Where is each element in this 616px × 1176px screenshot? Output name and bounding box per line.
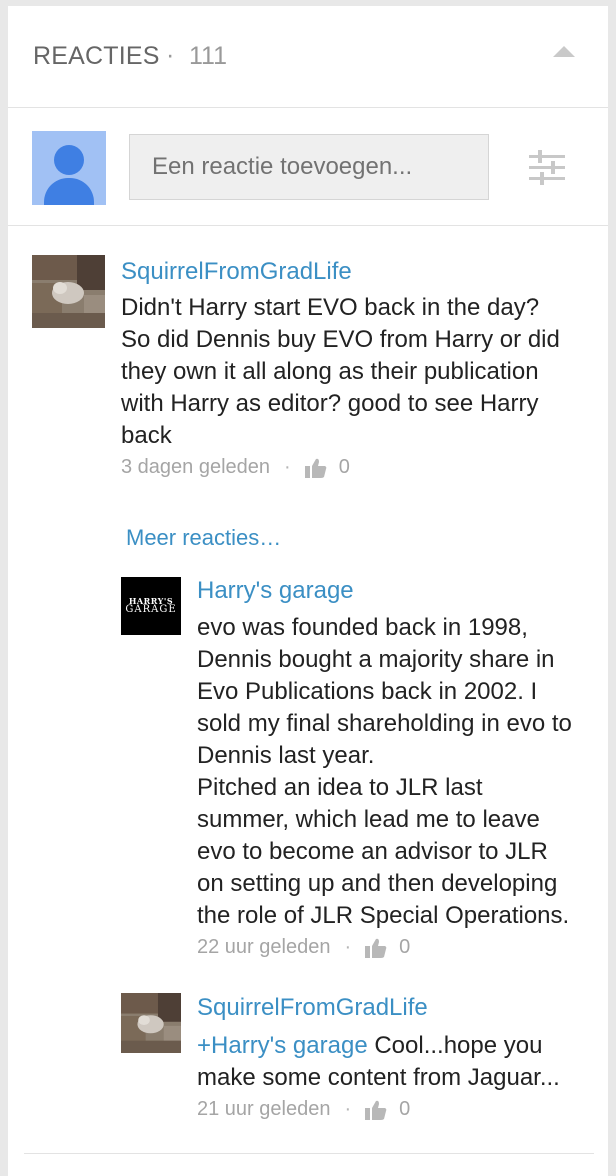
reply-text: +Harry's garage Cool...hope you make som… bbox=[197, 1030, 560, 1094]
reply-line: Dennis bought a majority share in bbox=[197, 646, 555, 673]
logo-text-bottom: GARAGE bbox=[125, 604, 177, 615]
comments-title: REACTIES bbox=[33, 42, 160, 70]
reply-meta: 22 uur geleden · 0 bbox=[197, 936, 410, 959]
comment-meta: 3 dagen geleden · 0 bbox=[121, 456, 350, 479]
avatar[interactable] bbox=[121, 993, 181, 1053]
like-count: 0 bbox=[399, 936, 411, 958]
reply-author[interactable]: Harry's garage bbox=[197, 577, 354, 605]
reply-line: on setting up and then developing bbox=[197, 870, 558, 897]
thumbs-up-icon[interactable] bbox=[304, 458, 327, 478]
reply-line: Dennis last year. bbox=[197, 742, 375, 769]
comment-text: Didn't Harry start EVO back in the day? … bbox=[121, 292, 560, 452]
comments-panel: REACTIES · 111 Een reactie toevoegen... … bbox=[8, 6, 608, 1176]
reply-line: Evo Publications back in 2002. I bbox=[197, 678, 538, 705]
triangle-up-icon[interactable] bbox=[553, 46, 575, 57]
avatar[interactable] bbox=[32, 255, 105, 328]
avatar-body bbox=[44, 178, 94, 205]
thumbs-up-icon[interactable] bbox=[365, 1100, 387, 1120]
reply-line: evo to become an advisor to JLR bbox=[197, 838, 548, 865]
like-count: 0 bbox=[399, 1098, 411, 1120]
reply-text: evo was founded back in 1998, Dennis bou… bbox=[197, 612, 572, 932]
harrys-garage-logo[interactable]: HARRY'S GARAGE bbox=[121, 577, 181, 635]
comment-input[interactable] bbox=[129, 134, 489, 200]
mention-link[interactable]: +Harry's garage bbox=[197, 1032, 368, 1059]
comment-line: they own it all along as their publicati… bbox=[121, 358, 539, 385]
comment-line: back bbox=[121, 422, 172, 449]
reply-line: summer, which lead me to leave bbox=[197, 806, 540, 833]
like-count: 0 bbox=[338, 456, 350, 478]
comment-author[interactable]: SquirrelFromGradLife bbox=[121, 258, 352, 286]
divider bbox=[24, 1153, 594, 1154]
reply-author[interactable]: SquirrelFromGradLife bbox=[197, 994, 428, 1022]
avatar-head bbox=[54, 145, 84, 175]
reply-line: sold my final shareholding in evo to bbox=[197, 710, 572, 737]
sliders-icon[interactable] bbox=[529, 148, 565, 186]
title-separator: · bbox=[166, 41, 175, 69]
reply-timestamp[interactable]: 22 uur geleden bbox=[197, 936, 330, 959]
default-avatar bbox=[32, 131, 106, 205]
squirrel-avatar-image bbox=[121, 993, 181, 1053]
reply-line: Cool...hope you bbox=[367, 1032, 543, 1059]
thumbs-up-icon[interactable] bbox=[365, 938, 387, 958]
comment-composer bbox=[8, 108, 608, 226]
reply-meta: 21 uur geleden · 0 bbox=[197, 1098, 410, 1121]
reply-line: make some content from Jaguar... bbox=[197, 1064, 560, 1091]
reply-line: the role of JLR Special Operations. bbox=[197, 902, 570, 929]
more-replies-link[interactable]: Meer reacties… bbox=[126, 525, 281, 551]
comment-line: So did Dennis buy EVO from Harry or did bbox=[121, 326, 560, 353]
meta-separator: · bbox=[344, 936, 352, 958]
comment-line: with Harry as editor? good to see Harry bbox=[121, 390, 539, 417]
comments-count: 111 bbox=[189, 42, 228, 70]
comment-timestamp[interactable]: 3 dagen geleden bbox=[121, 456, 270, 479]
squirrel-avatar-image bbox=[32, 255, 105, 328]
reply-line: evo was founded back in 1998, bbox=[197, 614, 528, 641]
meta-separator: · bbox=[284, 456, 291, 478]
reply-line: Pitched an idea to JLR last bbox=[197, 774, 483, 801]
comments-header: REACTIES · 111 bbox=[8, 6, 608, 108]
comment-line: Didn't Harry start EVO back in the day? bbox=[121, 294, 540, 321]
meta-separator: · bbox=[344, 1098, 352, 1120]
reply-timestamp[interactable]: 21 uur geleden bbox=[197, 1098, 330, 1121]
